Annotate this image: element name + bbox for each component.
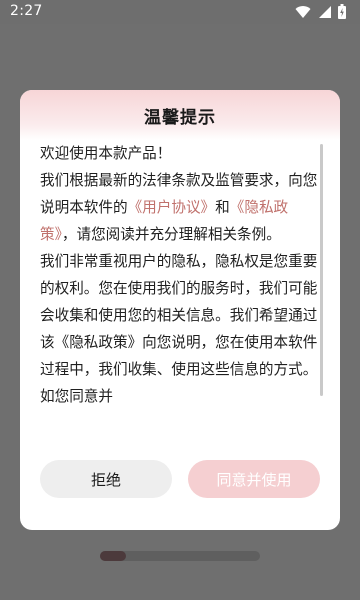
signal-icon: [318, 5, 331, 19]
battery-icon: [338, 4, 346, 19]
accept-button[interactable]: 同意并使用: [188, 460, 320, 498]
wifi-icon: [295, 5, 311, 19]
dialog-header: 温馨提示: [20, 90, 340, 140]
page-indicator: [100, 551, 260, 561]
privacy-paragraph: 我们非常重视用户的隐私，隐私权是您重要的权利。您在使用我们的服务时，我们可能会收…: [40, 253, 318, 405]
content-scrollbar[interactable]: [320, 144, 323, 396]
dialog-title: 温馨提示: [144, 107, 216, 128]
status-time: 2:27: [10, 3, 43, 19]
page-indicator-thumb: [100, 551, 126, 561]
notice-text-after: ，请您阅读并充分理解相关条例。: [61, 226, 281, 243]
dialog-content[interactable]: 欢迎使用本款产品！ 我们根据最新的法律条款及监管要求，向您说明本软件的《用户协议…: [40, 140, 323, 426]
privacy-dialog: 温馨提示 欢迎使用本款产品！ 我们根据最新的法律条款及监管要求，向您说明本软件的…: [20, 90, 340, 530]
notice-paragraph: 我们根据最新的法律条款及监管要求，向您说明本软件的《用户协议》和《隐私政策》，请…: [40, 167, 323, 248]
user-agreement-link[interactable]: 《用户协议》: [128, 199, 216, 216]
status-bar: 2:27: [0, 0, 360, 24]
status-icons: [295, 4, 346, 19]
decline-button[interactable]: 拒绝: [40, 460, 172, 498]
notice-and-text: 和: [215, 199, 230, 216]
intro-text: 欢迎使用本款产品！: [40, 145, 172, 162]
